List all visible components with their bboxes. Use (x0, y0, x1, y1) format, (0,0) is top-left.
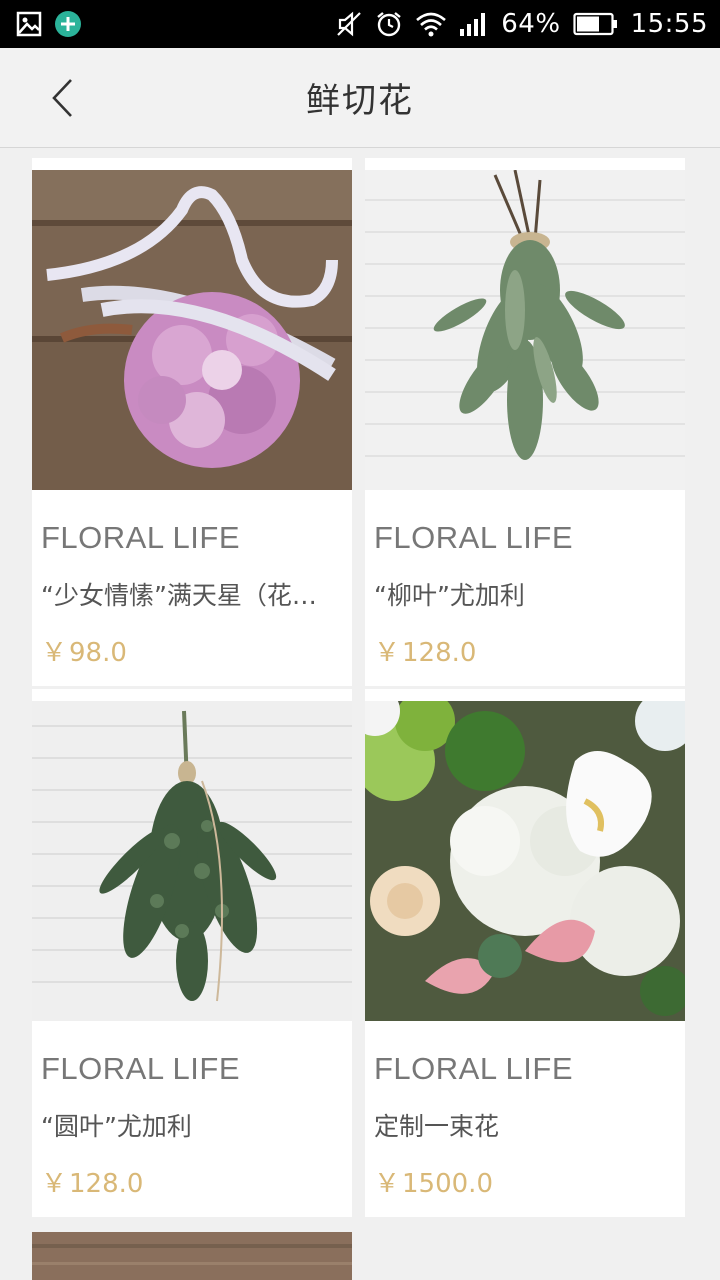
price-value: 128.0 (402, 638, 477, 668)
price-value: 98.0 (69, 638, 127, 668)
product-card[interactable]: FLORAL LIFE 定制一束花 ￥1500.0 (365, 689, 685, 1217)
card-top-strip (32, 689, 352, 701)
product-price: ￥1500.0 (365, 1149, 685, 1217)
product-image-round-eucalyptus[interactable] (32, 701, 352, 1021)
mute-icon (335, 10, 363, 38)
product-card[interactable]: FLORAL LIFE “圆叶”尤加利 ￥128.0 (32, 689, 352, 1217)
product-card[interactable] (32, 1232, 352, 1280)
product-brand: FLORAL LIFE (41, 520, 241, 555)
status-bar: 64% 15:55 (0, 0, 720, 48)
product-name: “圆叶”尤加利 (41, 1112, 192, 1141)
product-brand: FLORAL LIFE (41, 1051, 241, 1086)
card-top-strip (32, 158, 352, 170)
product-price: ￥128.0 (32, 1149, 352, 1217)
battery-icon (572, 11, 619, 37)
product-image-willow-eucalyptus[interactable] (365, 170, 685, 490)
currency-symbol: ￥ (374, 1169, 401, 1199)
page-title: 鲜切花 (306, 81, 414, 121)
currency-symbol: ￥ (374, 638, 401, 668)
product-card[interactable]: FLORAL LIFE “少女情愫”满天星（花… ￥98.0 (32, 158, 352, 686)
currency-symbol: ￥ (41, 1169, 68, 1199)
plus-circle-icon (54, 10, 82, 38)
product-brand: FLORAL LIFE (374, 520, 574, 555)
product-image-gypsophila[interactable] (32, 170, 352, 490)
product-price: ￥128.0 (365, 618, 685, 686)
card-top-strip (365, 689, 685, 701)
gallery-icon (16, 11, 42, 37)
card-top-strip (365, 158, 685, 170)
product-image-calla-bouquet[interactable] (365, 701, 685, 1021)
product-brand: FLORAL LIFE (374, 1051, 574, 1086)
status-left (16, 10, 82, 38)
signal-icon (459, 11, 489, 37)
battery-percent: 64% (501, 9, 561, 39)
product-name: 定制一束花 (374, 1112, 500, 1141)
alarm-icon (375, 10, 403, 38)
clock: 15:55 (630, 9, 708, 39)
product-grid: FLORAL LIFE “少女情愫”满天星（花… ￥98.0 FLORAL LI… (32, 158, 685, 1280)
product-image-wooden-table[interactable] (32, 1232, 352, 1280)
app-header: 鲜切花 (0, 48, 720, 148)
back-button[interactable] (40, 76, 84, 120)
chevron-left-icon (52, 79, 72, 117)
product-name: “少女情愫”满天星（花… (41, 581, 317, 610)
wifi-icon (415, 11, 447, 37)
currency-symbol: ￥ (41, 638, 68, 668)
product-price: ￥98.0 (32, 618, 352, 686)
price-value: 1500.0 (402, 1169, 493, 1199)
product-name: “柳叶”尤加利 (374, 581, 525, 610)
status-right: 64% 15:55 (335, 9, 708, 39)
product-card[interactable]: FLORAL LIFE “柳叶”尤加利 ￥128.0 (365, 158, 685, 686)
price-value: 128.0 (69, 1169, 144, 1199)
